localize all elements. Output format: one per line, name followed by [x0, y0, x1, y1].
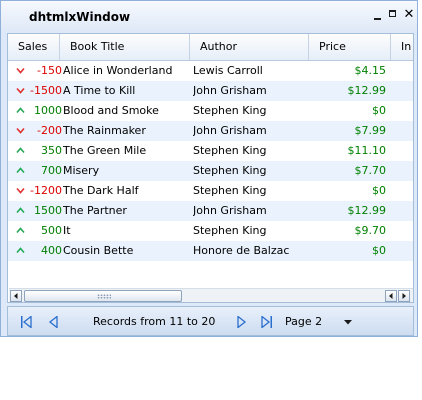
sales-cell: -150 [37, 64, 62, 77]
paging-toolbar: Records from 11 to 20 Page 2 [7, 306, 414, 336]
book-title-cell: Alice in Wonderland [63, 64, 173, 77]
author-cell: John Grisham [193, 124, 267, 137]
book-title-cell: Blood and Smoke [63, 104, 159, 117]
sales-cell: -1500 [30, 84, 62, 97]
price-cell: $7.70 [354, 164, 387, 177]
price-cell: $0 [372, 244, 386, 257]
table-row[interactable]: -1200 The Dark Half Stephen King $0 [8, 181, 413, 201]
scroll-right-button[interactable] [398, 290, 410, 302]
sales-cell: 500 [41, 224, 62, 237]
author-cell: Stephen King [193, 164, 267, 177]
price-cell: $12.99 [347, 84, 387, 97]
author-cell: Honore de Balzac [193, 244, 290, 257]
sales-cell: 1000 [34, 104, 62, 117]
last-page-button[interactable] [259, 315, 273, 331]
table-row[interactable]: -200 The Rainmaker John Grisham $7.99 [8, 121, 413, 141]
previous-page-icon [48, 315, 58, 329]
sales-cell: 400 [41, 244, 62, 257]
author-cell: Stephen King [193, 104, 267, 117]
close-button[interactable]: ✕ [403, 8, 415, 21]
grid-header: Sales Book Title Author Price In [8, 34, 413, 61]
author-cell: Lewis Carroll [193, 64, 263, 77]
price-cell: $0 [372, 184, 386, 197]
column-header-in[interactable]: In [391, 34, 413, 60]
window-title: dhtmlxWindow [29, 10, 131, 24]
window-titlebar[interactable]: dhtmlxWindow ✕ [1, 1, 417, 31]
sales-cell: -200 [37, 124, 62, 137]
page-select[interactable]: Page 2 [278, 310, 356, 332]
column-header-price[interactable]: Price [309, 34, 391, 60]
chevron-down-icon [344, 320, 352, 325]
book-title-cell: Cousin Bette [63, 244, 134, 257]
book-title-cell: A Time to Kill [63, 84, 136, 97]
minimize-button[interactable] [372, 9, 384, 21]
author-cell: Stephen King [193, 224, 267, 237]
last-page-icon [261, 315, 272, 329]
price-cell: $7.99 [354, 124, 387, 137]
table-row[interactable]: 500 It Stephen King $9.70 [8, 221, 413, 241]
first-page-button[interactable] [20, 315, 34, 331]
books-grid: Sales Book Title Author Price In -150 Ali… [7, 33, 414, 303]
book-title-cell: The Rainmaker [63, 124, 146, 137]
records-range-label: Records from 11 to 20 [93, 315, 216, 328]
sales-cell: 350 [41, 144, 62, 157]
column-header-book-title[interactable]: Book Title [60, 34, 190, 60]
scroll-left-button-2[interactable] [385, 290, 397, 302]
price-cell: $9.70 [354, 224, 387, 237]
next-page-icon [237, 315, 247, 329]
page-select-value: Page 2 [285, 315, 323, 328]
column-header-sales[interactable]: Sales [8, 34, 60, 60]
price-cell: $0 [372, 104, 386, 117]
book-title-cell: The Green Mile [63, 144, 147, 157]
maximize-button[interactable] [388, 9, 400, 21]
book-title-cell: Misery [63, 164, 100, 177]
sales-cell: -1200 [30, 184, 62, 197]
column-header-author[interactable]: Author [190, 34, 309, 60]
grip-icon [97, 294, 111, 299]
price-cell: $11.10 [347, 144, 387, 157]
book-title-cell: The Dark Half [63, 184, 139, 197]
table-row[interactable]: 350 The Green Mile Stephen King $11.10 [8, 141, 413, 161]
author-cell: Stephen King [193, 144, 267, 157]
next-page-button[interactable] [235, 315, 247, 331]
author-cell: Stephen King [193, 184, 267, 197]
scroll-left-button[interactable] [10, 290, 22, 302]
horizontal-scrollbar[interactable] [9, 288, 413, 302]
previous-page-button[interactable] [48, 315, 60, 331]
table-row[interactable]: 400 Cousin Bette Honore de Balzac $0 [8, 241, 413, 261]
table-row[interactable]: -150 Alice in Wonderland Lewis Carroll $4.1… [8, 61, 413, 81]
sales-cell: 1500 [34, 204, 62, 217]
table-row[interactable]: -1500 A Time to Kill John Grisham $12.99 [8, 81, 413, 101]
book-title-cell: It [63, 224, 71, 237]
first-page-icon [21, 315, 32, 329]
price-cell: $4.15 [354, 64, 387, 77]
book-title-cell: The Partner [63, 204, 127, 217]
table-row[interactable]: 1500 The Partner John Grisham $12.99 [8, 201, 413, 221]
scrollbar-thumb[interactable] [24, 290, 182, 302]
author-cell: John Grisham [193, 84, 267, 97]
author-cell: John Grisham [193, 204, 267, 217]
sales-cell: 700 [41, 164, 62, 177]
table-row[interactable]: 700 Misery Stephen King $7.70 [8, 161, 413, 181]
price-cell: $12.99 [347, 204, 387, 217]
table-row[interactable]: 1000 Blood and Smoke Stephen King $0 [8, 101, 413, 121]
grid-window: dhtmlxWindow ✕ Sales Book Title Author P… [0, 0, 418, 337]
